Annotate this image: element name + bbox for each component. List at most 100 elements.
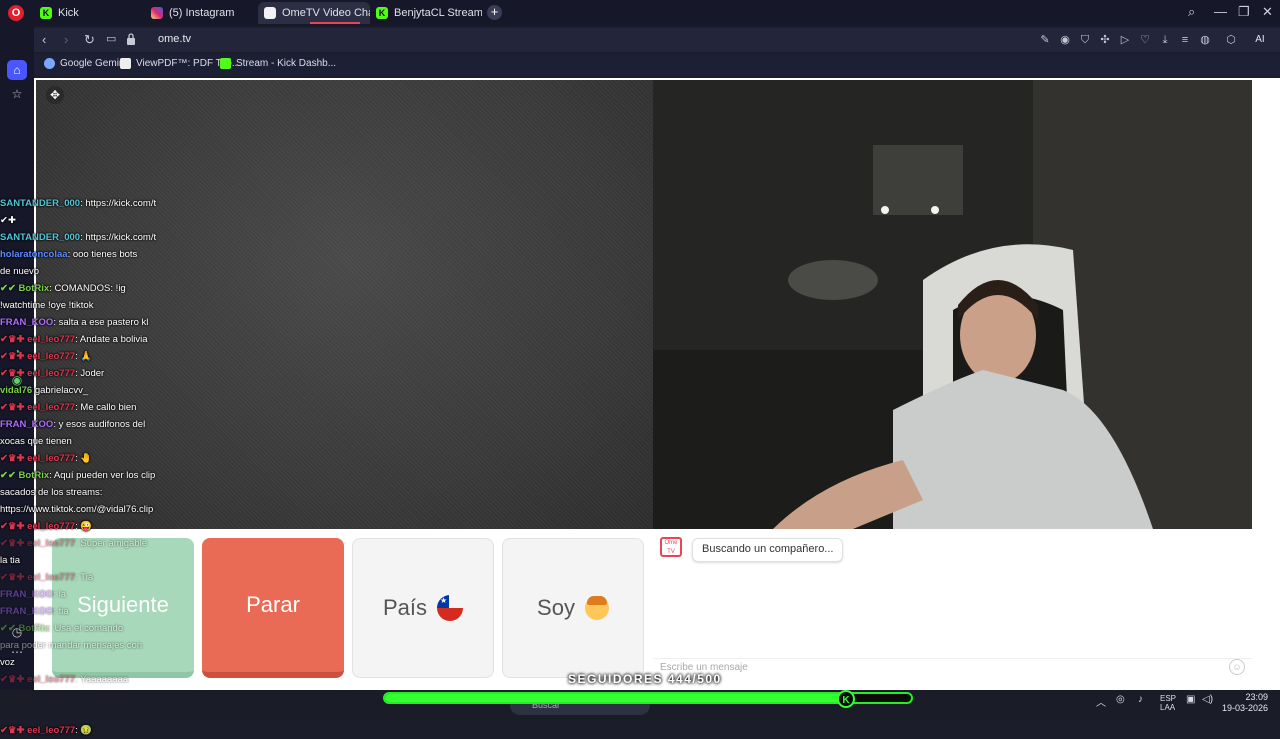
chat-message: sacados de los streams:	[0, 484, 160, 501]
chat-message: de nuevo	[0, 263, 160, 280]
pdf-icon	[120, 58, 131, 69]
chat-text: voz	[0, 657, 15, 668]
chat-text: : tia	[53, 606, 69, 617]
chat-text: para poder mandar mensajes con	[0, 640, 143, 651]
chat-text: : Aquí pueden ver los clip	[49, 470, 156, 481]
tab-bar: O K Kick (5) Instagram OmeTV Video Chat …	[0, 0, 1280, 26]
chat-username: ✔♛✚ eel_leo777	[0, 674, 76, 685]
system-clock[interactable]: 23:09 19-03-2026	[1222, 692, 1268, 714]
maximize-button[interactable]: ❐	[1238, 4, 1250, 20]
shield-icon[interactable]: ⛉	[1078, 33, 1092, 47]
chat-username: ✔♛✚ eel_leo777	[0, 572, 76, 583]
status-message: Buscando un compañero...	[692, 538, 844, 562]
home-icon[interactable]: ⌂	[7, 60, 27, 80]
microphone-icon[interactable]: ♪	[1138, 694, 1143, 705]
edit-icon[interactable]: ✎	[1038, 33, 1052, 47]
chat-username: ✔♛✚ eel_leo777	[0, 538, 76, 549]
heart-icon[interactable]: ♡	[1138, 33, 1152, 47]
profile-icon[interactable]: ◍	[1198, 33, 1212, 47]
chat-message: ✔♛✚ eel_leo777: 😜	[0, 518, 160, 535]
chat-text: : COMANDOS: !ig	[49, 283, 126, 294]
chat-text: !watchtime !oye !tiktok	[0, 300, 94, 311]
boy-avatar-icon	[584, 596, 609, 620]
kick-logo-icon: K	[837, 690, 855, 708]
cube-icon[interactable]: ⬡	[1224, 33, 1238, 47]
bookmark-label: Google Gemini	[60, 58, 127, 69]
chat-text: ✔✚	[0, 215, 16, 226]
chat-text: : Joder	[75, 368, 105, 379]
bookmark-label: Stream - Kick Dashb...	[236, 58, 337, 69]
star-icon[interactable]: ☆	[9, 86, 25, 102]
chile-flag-icon: ★	[437, 595, 464, 621]
bookmark-kick-dashboard[interactable]: Stream - Kick Dashb...	[220, 58, 336, 69]
chat-message: FRAN_KOO: la	[0, 586, 160, 603]
chat-message: holaratoncolaa: ooo tienes bots	[0, 246, 160, 263]
country-button[interactable]: País ★	[352, 538, 494, 678]
tab-label: Kick	[58, 7, 79, 19]
chat-username: ✔♛✚ eel_leo777	[0, 334, 76, 345]
play-icon[interactable]: ▷	[1118, 33, 1132, 47]
opera-logo-icon[interactable]: O	[8, 5, 24, 21]
chat-username: ✔♛✚ eel_leo777	[0, 725, 76, 736]
reload-button[interactable]: ↻	[84, 32, 95, 48]
tab-instagram[interactable]: (5) Instagram	[145, 2, 255, 24]
close-window-button[interactable]: ✕	[1262, 4, 1273, 20]
new-tab-button[interactable]: +	[487, 5, 502, 20]
chat-message: FRAN_KOO: tia	[0, 603, 160, 620]
chat-text: : 🤚	[75, 453, 93, 464]
chat-text: : y esos audifonos del	[53, 419, 146, 430]
chat-text: : Andate a bolivia	[75, 334, 148, 345]
tray-chevron-icon[interactable]: ︿	[1096, 694, 1106, 709]
network-icon[interactable]: ▣	[1186, 694, 1195, 705]
gender-button[interactable]: Soy	[502, 538, 644, 678]
chat-message: voz	[0, 654, 160, 671]
followers-goal-label: SEGUIDORES 444/500	[568, 672, 722, 686]
forward-button[interactable]: ›	[64, 32, 68, 47]
expand-icon[interactable]: ✥	[46, 86, 64, 104]
tab-benjytacl[interactable]: K BenjytaCL Stream - Watch	[370, 2, 482, 24]
search-tabs-icon[interactable]: ⌕	[1188, 4, 1195, 20]
back-button[interactable]: ‹	[42, 32, 46, 47]
chat-message: para poder mandar mensajes con	[0, 637, 160, 654]
camera-icon[interactable]: ◉	[1058, 33, 1072, 47]
chat-text: : https://kick.com/t	[80, 198, 157, 209]
chat-username: vidal76	[0, 385, 33, 396]
stop-button-label: Parar	[246, 592, 300, 617]
chat-username: ✔♛✚ eel_leo777	[0, 453, 76, 464]
chat-username: ✔✔ BotRix	[0, 470, 50, 481]
tab-ometv[interactable]: OmeTV Video Chat -	[258, 2, 370, 24]
tab-label: OmeTV Video Chat -	[282, 7, 370, 19]
tab-snap-icon[interactable]: ▭	[106, 32, 116, 45]
extension-icon[interactable]: ✣	[1098, 33, 1112, 47]
chat-text: de nuevo	[0, 266, 40, 277]
url-text[interactable]: ome.tv	[158, 33, 191, 45]
chat-message: SANTANDER_000: https://kick.com/t	[0, 195, 160, 212]
ai-button[interactable]: AI	[1246, 31, 1274, 49]
download-icon[interactable]: ⤓	[1158, 33, 1172, 47]
gender-button-label: Soy	[537, 595, 575, 620]
chat-message: ✔✔ BotRix: COMANDOS: !ig	[0, 280, 160, 297]
ometv-logo-icon: Ome TV	[660, 537, 682, 557]
tray-app-icon[interactable]: ◎	[1116, 694, 1125, 705]
tab-kick[interactable]: K Kick	[34, 2, 144, 24]
tab-label: (5) Instagram	[169, 7, 235, 19]
minimize-button[interactable]: —	[1214, 4, 1227, 19]
volume-icon[interactable]: ◁)	[1202, 694, 1213, 705]
language-indicator[interactable]: ESP LAA	[1160, 694, 1176, 712]
chat-message: ✔♛✚ eel_leo777: 🤚	[0, 450, 160, 467]
lock-icon[interactable]	[126, 33, 136, 45]
bookmark-gemini[interactable]: Google Gemini	[44, 58, 127, 69]
stop-button[interactable]: Parar	[202, 538, 344, 678]
chat-message: ✔✔ BotRix: Usa el comando	[0, 620, 160, 637]
emoji-icon[interactable]: ☺	[1229, 659, 1245, 675]
gemini-icon	[44, 58, 55, 69]
menu-icon[interactable]: ≡	[1178, 33, 1192, 47]
chat-message: la tia	[0, 552, 160, 569]
chat-text: https://www.tiktok.com/@vidal76.clip	[0, 504, 154, 515]
chat-text: : 🤢	[75, 725, 93, 736]
chat-username: ✔♛✚ eel_leo777	[0, 368, 76, 379]
chat-message: ✔♛✚ eel_leo777: Joder	[0, 365, 160, 382]
chat-text: : Super amigable	[75, 538, 147, 549]
chat-text: la tia	[0, 555, 21, 566]
chat-message: ✔♛✚ eel_leo777: Yaaaaaaaa	[0, 671, 160, 688]
